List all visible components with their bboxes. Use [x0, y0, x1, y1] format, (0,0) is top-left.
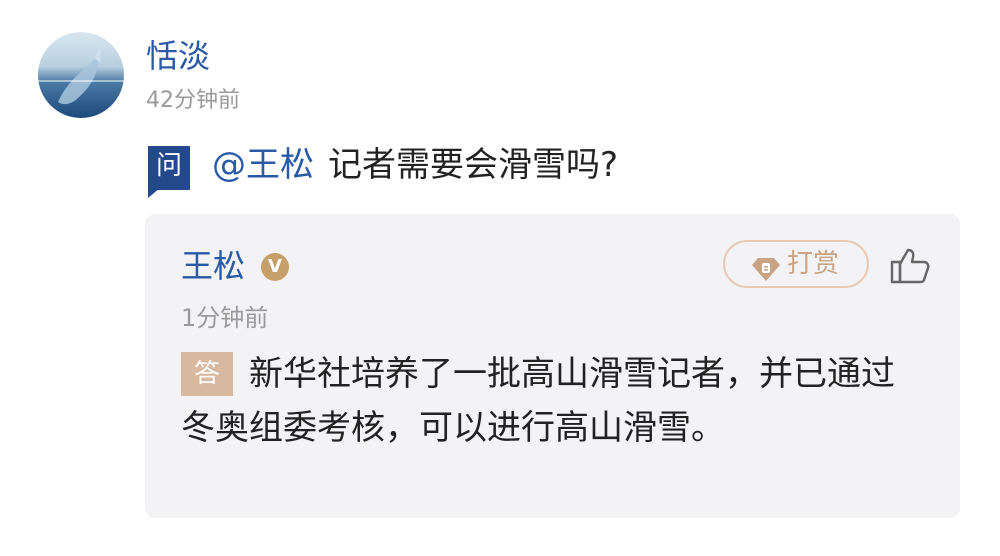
question-badge: 问 — [148, 146, 190, 190]
question-text: 记者需要会滑雪吗? — [328, 145, 619, 185]
user-avatar[interactable] — [38, 32, 124, 118]
question-text-line: @王松 记者需要会滑雪吗? — [212, 140, 618, 190]
answer-timestamp: 1分钟前 — [181, 304, 269, 332]
question-timestamp: 42分钟前 — [146, 88, 240, 113]
verified-badge: V — [261, 253, 289, 281]
tip-label: 打赏 — [787, 249, 840, 279]
answer-card: 王松 V 打赏 1分钟前 答 新华社培养了一批高山滑雪记者，并已通过冬奥组委考核… — [145, 214, 960, 518]
question-badge-tail — [148, 188, 160, 198]
answer-text: 新华社培养了一批高山滑雪记者，并已通过冬奥组委考核，可以进行高山滑雪。 — [181, 354, 895, 448]
mention-link[interactable]: @王松 — [212, 145, 314, 185]
diamond-coin-icon — [751, 252, 781, 296]
asker-name[interactable]: 恬淡 — [146, 32, 210, 80]
tip-button[interactable]: 打赏 — [723, 240, 869, 288]
thumbs-up-icon[interactable] — [888, 246, 932, 290]
whale-avatar-image — [38, 44, 124, 105]
answerer-name[interactable]: 王松 — [181, 244, 245, 288]
